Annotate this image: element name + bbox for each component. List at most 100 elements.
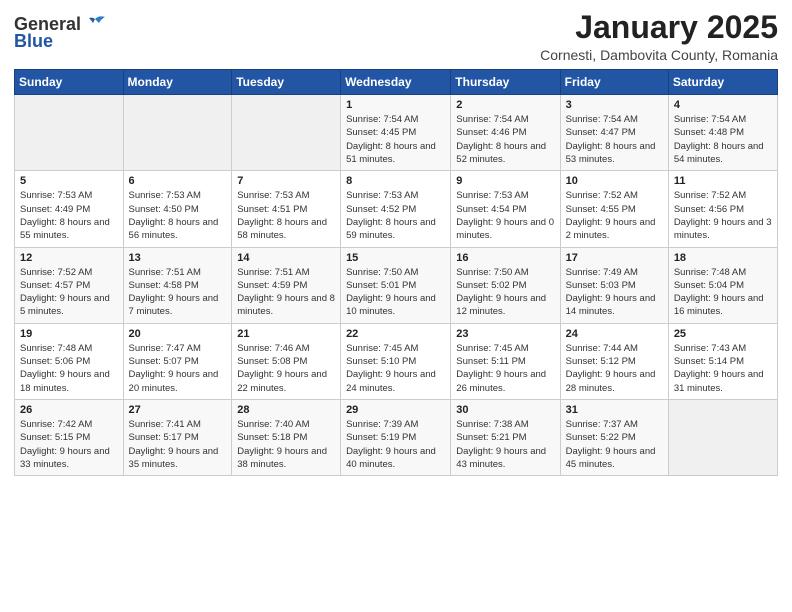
day-info: Sunrise: 7:47 AM Sunset: 5:07 PM Dayligh…: [129, 342, 227, 395]
calendar-cell: 6 Sunrise: 7:53 AM Sunset: 4:50 PM Daylig…: [123, 171, 232, 247]
calendar-cell: 29Sunrise: 7:39 AM Sunset: 5:19 PM Dayli…: [341, 399, 451, 475]
day-info: Sunrise: 7:38 AM Sunset: 5:21 PM Dayligh…: [456, 418, 554, 471]
calendar-cell: 19 Sunrise: 7:48 AM Sunset: 5:06 PM Dayli…: [15, 323, 124, 399]
day-info: Sunrise: 7:53 AM Sunset: 4:52 PM Dayligh…: [346, 189, 445, 242]
day-number: 18: [674, 252, 772, 264]
calendar-header-row: Sunday Monday Tuesday Wednesday Thursday…: [15, 70, 778, 95]
col-saturday: Saturday: [668, 70, 777, 95]
calendar-cell: 11Sunrise: 7:52 AM Sunset: 4:56 PM Dayli…: [668, 171, 777, 247]
col-friday: Friday: [560, 70, 668, 95]
week-row-5: 26Sunrise: 7:42 AM Sunset: 5:15 PM Dayli…: [15, 399, 778, 475]
logo: General Blue: [14, 14, 107, 52]
calendar-cell: 28Sunrise: 7:40 AM Sunset: 5:18 PM Dayli…: [232, 399, 341, 475]
day-number: 28: [237, 404, 335, 416]
day-info: Sunrise: 7:54 AM Sunset: 4:45 PM Dayligh…: [346, 113, 445, 166]
day-number: 22: [346, 328, 445, 340]
calendar-cell: 16 Sunrise: 7:50 AM Sunset: 5:02 PM Dayli…: [451, 247, 560, 323]
calendar-cell: 21 Sunrise: 7:46 AM Sunset: 5:08 PM Dayli…: [232, 323, 341, 399]
day-number: 23: [456, 328, 554, 340]
day-number: 26: [20, 404, 118, 416]
col-wednesday: Wednesday: [341, 70, 451, 95]
day-number: 17: [566, 252, 663, 264]
day-number: 9: [456, 175, 554, 187]
calendar-cell: [668, 399, 777, 475]
day-info: Sunrise: 7:37 AM Sunset: 5:22 PM Dayligh…: [566, 418, 663, 471]
week-row-4: 19 Sunrise: 7:48 AM Sunset: 5:06 PM Dayli…: [15, 323, 778, 399]
day-info: Sunrise: 7:51 AM Sunset: 4:59 PM Dayligh…: [237, 266, 335, 319]
day-info: Sunrise: 7:43 AM Sunset: 5:14 PM Dayligh…: [674, 342, 772, 395]
day-info: Sunrise: 7:45 AM Sunset: 5:10 PM Dayligh…: [346, 342, 445, 395]
calendar-table: Sunday Monday Tuesday Wednesday Thursday…: [14, 69, 778, 476]
day-number: 21: [237, 328, 335, 340]
week-row-1: 1 Sunrise: 7:54 AM Sunset: 4:45 PM Daylig…: [15, 95, 778, 171]
calendar-cell: 1 Sunrise: 7:54 AM Sunset: 4:45 PM Daylig…: [341, 95, 451, 171]
day-info: Sunrise: 7:44 AM Sunset: 5:12 PM Dayligh…: [566, 342, 663, 395]
day-info: Sunrise: 7:53 AM Sunset: 4:49 PM Dayligh…: [20, 189, 118, 242]
calendar-cell: 4 Sunrise: 7:54 AM Sunset: 4:48 PM Daylig…: [668, 95, 777, 171]
day-number: 13: [129, 252, 227, 264]
day-info: Sunrise: 7:52 AM Sunset: 4:56 PM Dayligh…: [674, 189, 772, 242]
day-number: 31: [566, 404, 663, 416]
day-info: Sunrise: 7:50 AM Sunset: 5:01 PM Dayligh…: [346, 266, 445, 319]
day-info: Sunrise: 7:52 AM Sunset: 4:57 PM Dayligh…: [20, 266, 118, 319]
day-info: Sunrise: 7:51 AM Sunset: 4:58 PM Dayligh…: [129, 266, 227, 319]
day-number: 4: [674, 99, 772, 111]
calendar-cell: 30 Sunrise: 7:38 AM Sunset: 5:21 PM Dayli…: [451, 399, 560, 475]
day-number: 25: [674, 328, 772, 340]
calendar-cell: [123, 95, 232, 171]
calendar-cell: 13 Sunrise: 7:51 AM Sunset: 4:58 PM Dayli…: [123, 247, 232, 323]
day-info: Sunrise: 7:50 AM Sunset: 5:02 PM Dayligh…: [456, 266, 554, 319]
week-row-2: 5 Sunrise: 7:53 AM Sunset: 4:49 PM Daylig…: [15, 171, 778, 247]
calendar-cell: 8Sunrise: 7:53 AM Sunset: 4:52 PM Daylig…: [341, 171, 451, 247]
calendar-cell: 24 Sunrise: 7:44 AM Sunset: 5:12 PM Dayli…: [560, 323, 668, 399]
day-number: 1: [346, 99, 445, 111]
day-info: Sunrise: 7:46 AM Sunset: 5:08 PM Dayligh…: [237, 342, 335, 395]
day-number: 15: [346, 252, 445, 264]
calendar-cell: 7 Sunrise: 7:53 AM Sunset: 4:51 PM Daylig…: [232, 171, 341, 247]
day-info: Sunrise: 7:49 AM Sunset: 5:03 PM Dayligh…: [566, 266, 663, 319]
day-number: 27: [129, 404, 227, 416]
calendar-cell: 26Sunrise: 7:42 AM Sunset: 5:15 PM Dayli…: [15, 399, 124, 475]
calendar-cell: 31 Sunrise: 7:37 AM Sunset: 5:22 PM Dayli…: [560, 399, 668, 475]
title-area: January 2025 Cornesti, Dambovita County,…: [540, 10, 778, 63]
day-info: Sunrise: 7:53 AM Sunset: 4:54 PM Dayligh…: [456, 189, 554, 242]
calendar-cell: [232, 95, 341, 171]
col-thursday: Thursday: [451, 70, 560, 95]
calendar-cell: 10 Sunrise: 7:52 AM Sunset: 4:55 PM Dayli…: [560, 171, 668, 247]
day-number: 10: [566, 175, 663, 187]
day-info: Sunrise: 7:48 AM Sunset: 5:06 PM Dayligh…: [20, 342, 118, 395]
col-sunday: Sunday: [15, 70, 124, 95]
logo-blue-text: Blue: [14, 31, 53, 52]
calendar-cell: 15 Sunrise: 7:50 AM Sunset: 5:01 PM Dayli…: [341, 247, 451, 323]
day-number: 7: [237, 175, 335, 187]
calendar-cell: 17 Sunrise: 7:49 AM Sunset: 5:03 PM Dayli…: [560, 247, 668, 323]
col-monday: Monday: [123, 70, 232, 95]
day-info: Sunrise: 7:53 AM Sunset: 4:51 PM Dayligh…: [237, 189, 335, 242]
calendar-page: General Blue January 2025 Cornesti, Damb…: [0, 0, 792, 612]
location-subtitle: Cornesti, Dambovita County, Romania: [540, 47, 778, 63]
day-info: Sunrise: 7:45 AM Sunset: 5:11 PM Dayligh…: [456, 342, 554, 395]
page-header: General Blue January 2025 Cornesti, Damb…: [14, 10, 778, 63]
day-info: Sunrise: 7:48 AM Sunset: 5:04 PM Dayligh…: [674, 266, 772, 319]
day-info: Sunrise: 7:54 AM Sunset: 4:47 PM Dayligh…: [566, 113, 663, 166]
calendar-cell: 27 Sunrise: 7:41 AM Sunset: 5:17 PM Dayli…: [123, 399, 232, 475]
logo-bird-icon: [83, 15, 107, 35]
day-number: 30: [456, 404, 554, 416]
day-info: Sunrise: 7:53 AM Sunset: 4:50 PM Dayligh…: [129, 189, 227, 242]
day-number: 24: [566, 328, 663, 340]
day-info: Sunrise: 7:39 AM Sunset: 5:19 PM Dayligh…: [346, 418, 445, 471]
calendar-cell: 23 Sunrise: 7:45 AM Sunset: 5:11 PM Dayli…: [451, 323, 560, 399]
day-number: 14: [237, 252, 335, 264]
day-number: 6: [129, 175, 227, 187]
day-number: 20: [129, 328, 227, 340]
day-number: 16: [456, 252, 554, 264]
day-info: Sunrise: 7:54 AM Sunset: 4:46 PM Dayligh…: [456, 113, 554, 166]
calendar-cell: 12 Sunrise: 7:52 AM Sunset: 4:57 PM Dayli…: [15, 247, 124, 323]
day-number: 19: [20, 328, 118, 340]
day-number: 12: [20, 252, 118, 264]
calendar-cell: 3Sunrise: 7:54 AM Sunset: 4:47 PM Daylig…: [560, 95, 668, 171]
day-info: Sunrise: 7:54 AM Sunset: 4:48 PM Dayligh…: [674, 113, 772, 166]
day-number: 5: [20, 175, 118, 187]
day-info: Sunrise: 7:41 AM Sunset: 5:17 PM Dayligh…: [129, 418, 227, 471]
day-info: Sunrise: 7:52 AM Sunset: 4:55 PM Dayligh…: [566, 189, 663, 242]
